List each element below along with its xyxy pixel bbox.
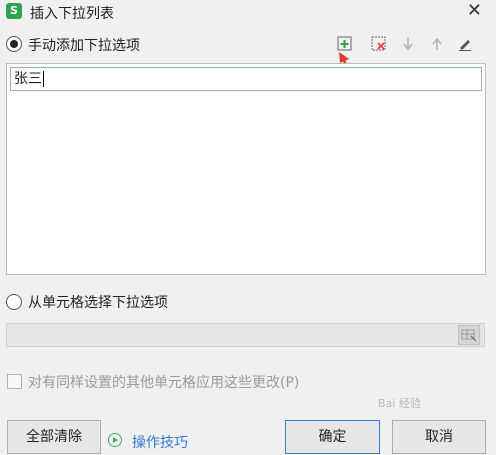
cell-option-label: 从单元格选择下拉选项	[28, 295, 168, 311]
cancel-button[interactable]: 取消	[392, 420, 486, 454]
baidu-watermark: Bai 经验	[378, 397, 421, 410]
manual-option-label: 手动添加下拉选项	[28, 38, 140, 54]
manual-option-radio[interactable]	[6, 36, 22, 52]
delete-item-icon	[371, 36, 386, 51]
app-logo-icon: S	[6, 3, 22, 19]
close-icon[interactable]: ✕	[467, 0, 482, 21]
move-up-icon	[432, 37, 442, 50]
cell-range-input[interactable]	[6, 323, 485, 347]
tips-link[interactable]: 操作技巧	[108, 432, 188, 452]
title-bar: S 插入下拉列表 ✕	[0, 0, 496, 24]
apply-same-settings-label: 对有同样设置的其他单元格应用这些更改(P)	[28, 375, 300, 391]
clear-all-button[interactable]: 全部清除	[7, 420, 101, 454]
list-item-text: 张三	[14, 71, 42, 87]
tips-label: 操作技巧	[132, 435, 188, 451]
options-list[interactable]: 张三	[6, 63, 486, 275]
move-down-button[interactable]	[399, 35, 417, 53]
apply-same-settings-checkbox[interactable]	[7, 374, 22, 389]
range-select-icon	[461, 329, 477, 342]
delete-item-button[interactable]	[370, 35, 388, 53]
range-select-button[interactable]	[458, 325, 480, 345]
cell-option-radio[interactable]	[6, 294, 22, 310]
play-icon	[108, 433, 122, 447]
ok-button[interactable]: 确定	[285, 420, 380, 454]
move-down-icon	[403, 38, 413, 51]
list-item-editor[interactable]: 张三	[10, 67, 482, 91]
edit-icon	[459, 40, 471, 51]
edit-item-button[interactable]	[456, 35, 474, 53]
window-title: 插入下拉列表	[30, 6, 114, 22]
text-caret	[43, 71, 44, 87]
move-up-button[interactable]	[428, 35, 446, 53]
